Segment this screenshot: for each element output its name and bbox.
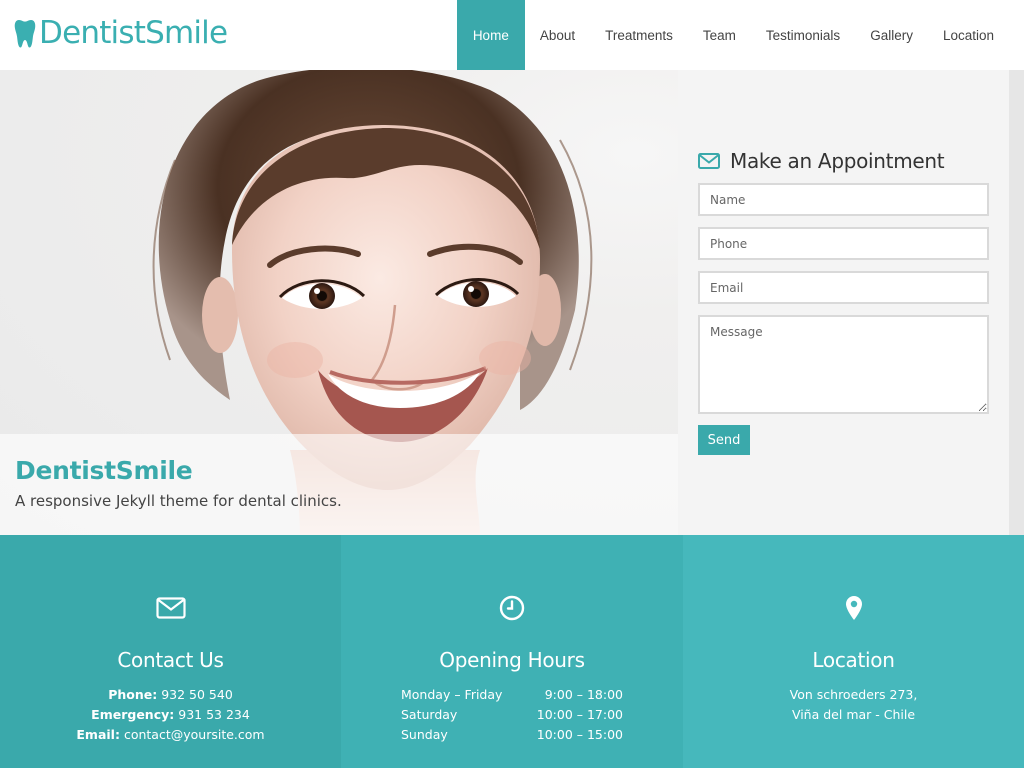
nav-home[interactable]: Home xyxy=(456,0,525,70)
email-label: Email: xyxy=(76,727,120,742)
phone-label: Phone: xyxy=(108,687,158,702)
site-header: DentistSmile Home About Treatments Team … xyxy=(0,0,1024,70)
hours-time: 10:00 – 15:00 xyxy=(536,727,623,742)
emergency-label: Emergency: xyxy=(91,707,175,722)
hours-time: 10:00 – 17:00 xyxy=(536,707,623,722)
nav-testimonials[interactable]: Testimonials xyxy=(751,0,855,70)
message-textarea[interactable] xyxy=(698,315,989,414)
hero-title: DentistSmile xyxy=(15,456,193,485)
contact-us-title: Contact Us xyxy=(117,648,224,672)
contact-email-line: Email: contact@yoursite.com xyxy=(0,725,341,745)
opening-hours-title: Opening Hours xyxy=(439,648,585,672)
nav-treatments[interactable]: Treatments xyxy=(590,0,688,70)
appointment-panel: Make an Appointment Send xyxy=(678,70,1009,535)
hours-day: Sunday xyxy=(401,727,448,742)
email-input[interactable] xyxy=(698,271,989,304)
hours-row: Saturday 10:00 – 17:00 xyxy=(401,705,623,725)
brand-logo[interactable]: DentistSmile xyxy=(14,15,228,51)
hero-section: DentistSmile A responsive Jekyll theme f… xyxy=(0,70,1024,535)
envelope-icon xyxy=(698,153,720,169)
email-value[interactable]: contact@yoursite.com xyxy=(124,727,265,742)
phone-input[interactable] xyxy=(698,227,989,260)
clock-icon xyxy=(499,595,525,621)
appointment-title: Make an Appointment xyxy=(730,149,945,173)
appointment-heading: Make an Appointment xyxy=(698,149,945,173)
hours-day: Monday – Friday xyxy=(401,687,503,702)
main-nav: Home About Treatments Team Testimonials … xyxy=(456,0,1009,70)
envelope-icon xyxy=(155,597,186,619)
contact-us-block: Contact Us Phone: 932 50 540 Emergency: … xyxy=(0,535,341,768)
hours-time: 9:00 – 18:00 xyxy=(544,687,623,702)
contact-phone-line: Phone: 932 50 540 xyxy=(0,685,341,705)
tooth-icon xyxy=(14,19,36,48)
hours-day: Saturday xyxy=(401,707,458,722)
name-input[interactable] xyxy=(698,183,989,216)
nav-gallery[interactable]: Gallery xyxy=(855,0,928,70)
brand-name: DentistSmile xyxy=(39,15,228,51)
hero-subtitle: A responsive Jekyll theme for dental cli… xyxy=(15,492,342,510)
emergency-value: 931 53 234 xyxy=(178,707,250,722)
map-pin-icon xyxy=(845,596,862,620)
hours-row: Monday – Friday 9:00 – 18:00 xyxy=(401,685,623,705)
nav-about[interactable]: About xyxy=(525,0,590,70)
contact-details: Phone: 932 50 540 Emergency: 931 53 234 … xyxy=(0,685,341,745)
phone-value: 932 50 540 xyxy=(161,687,233,702)
address-line-2: Viña del mar - Chile xyxy=(791,707,916,722)
send-button[interactable]: Send xyxy=(698,425,750,455)
opening-hours-block: Opening Hours Monday – Friday 9:00 – 18:… xyxy=(341,535,683,768)
location-title: Location xyxy=(812,648,895,672)
hours-row: Sunday 10:00 – 15:00 xyxy=(401,725,623,745)
side-scroll-strip xyxy=(1009,70,1024,535)
location-address: Von schroeders 273, Viña del mar - Chile xyxy=(683,685,1024,725)
nav-location[interactable]: Location xyxy=(928,0,1009,70)
contact-emergency-line: Emergency: 931 53 234 xyxy=(0,705,341,725)
location-block: Location Von schroeders 273, Viña del ma… xyxy=(683,535,1024,768)
address-line-1: Von schroeders 273, xyxy=(789,687,918,702)
hours-table: Monday – Friday 9:00 – 18:00 Saturday 10… xyxy=(401,685,623,745)
nav-team[interactable]: Team xyxy=(688,0,751,70)
